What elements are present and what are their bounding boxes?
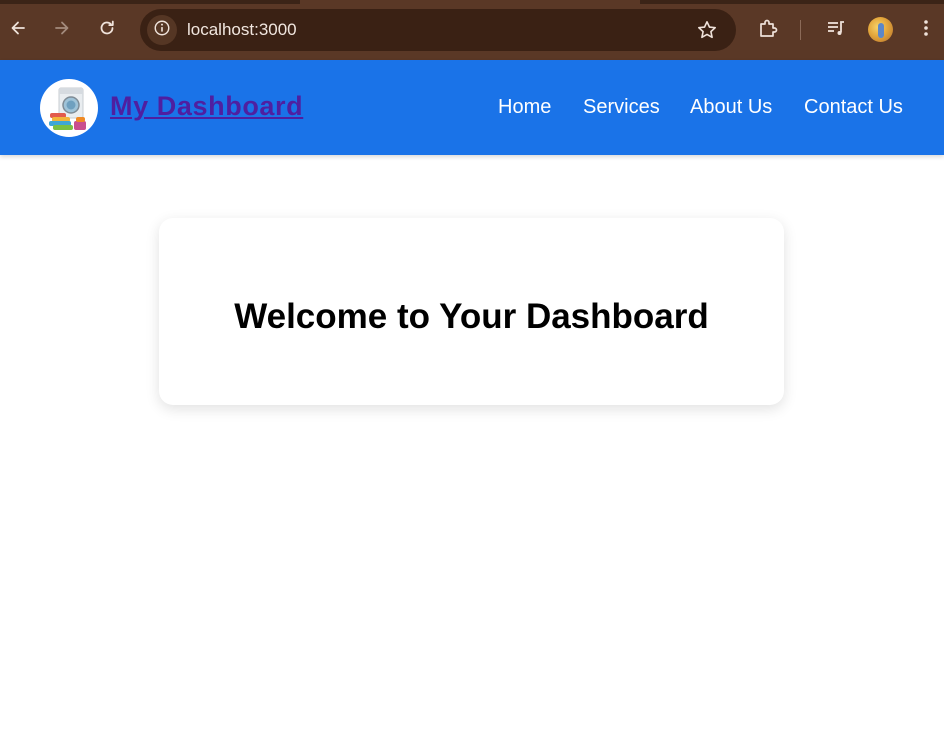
site-info-button[interactable] <box>147 15 177 45</box>
reload-icon <box>97 18 117 43</box>
extensions-button[interactable] <box>754 16 782 44</box>
reload-button[interactable] <box>91 14 123 46</box>
laundry-machine-logo[interactable] <box>40 79 98 137</box>
media-controls-button[interactable] <box>822 16 850 44</box>
arrow-left-icon <box>8 18 28 43</box>
star-icon <box>696 21 718 45</box>
tab-strip-edge <box>0 0 944 4</box>
kebab-menu-icon <box>914 16 938 45</box>
profile-avatar[interactable] <box>868 17 893 42</box>
address-bar[interactable]: localhost:3000 <box>140 9 736 51</box>
arrow-right-icon <box>52 18 72 43</box>
toolbar-divider <box>800 20 801 40</box>
puzzle-icon <box>756 16 780 45</box>
url-text[interactable]: localhost:3000 <box>187 20 297 40</box>
info-icon <box>153 19 171 42</box>
browser-menu-button[interactable] <box>912 16 940 44</box>
bookmark-button[interactable] <box>696 19 718 41</box>
nav-about-us[interactable]: About Us <box>690 96 772 119</box>
browser-toolbar: localhost:3000 <box>0 0 944 60</box>
forward-button[interactable] <box>46 14 78 46</box>
nav-home[interactable]: Home <box>498 96 551 119</box>
back-button[interactable] <box>2 14 34 46</box>
nav-contact-us[interactable]: Contact Us <box>804 96 903 119</box>
welcome-card: Welcome to Your Dashboard <box>159 218 784 405</box>
app-header: My Dashboard Home Services About Us Cont… <box>0 60 944 155</box>
media-controls-icon <box>824 16 848 45</box>
brand-link[interactable]: My Dashboard <box>110 91 303 122</box>
welcome-heading: Welcome to Your Dashboard <box>234 297 709 336</box>
nav-services[interactable]: Services <box>583 96 660 119</box>
